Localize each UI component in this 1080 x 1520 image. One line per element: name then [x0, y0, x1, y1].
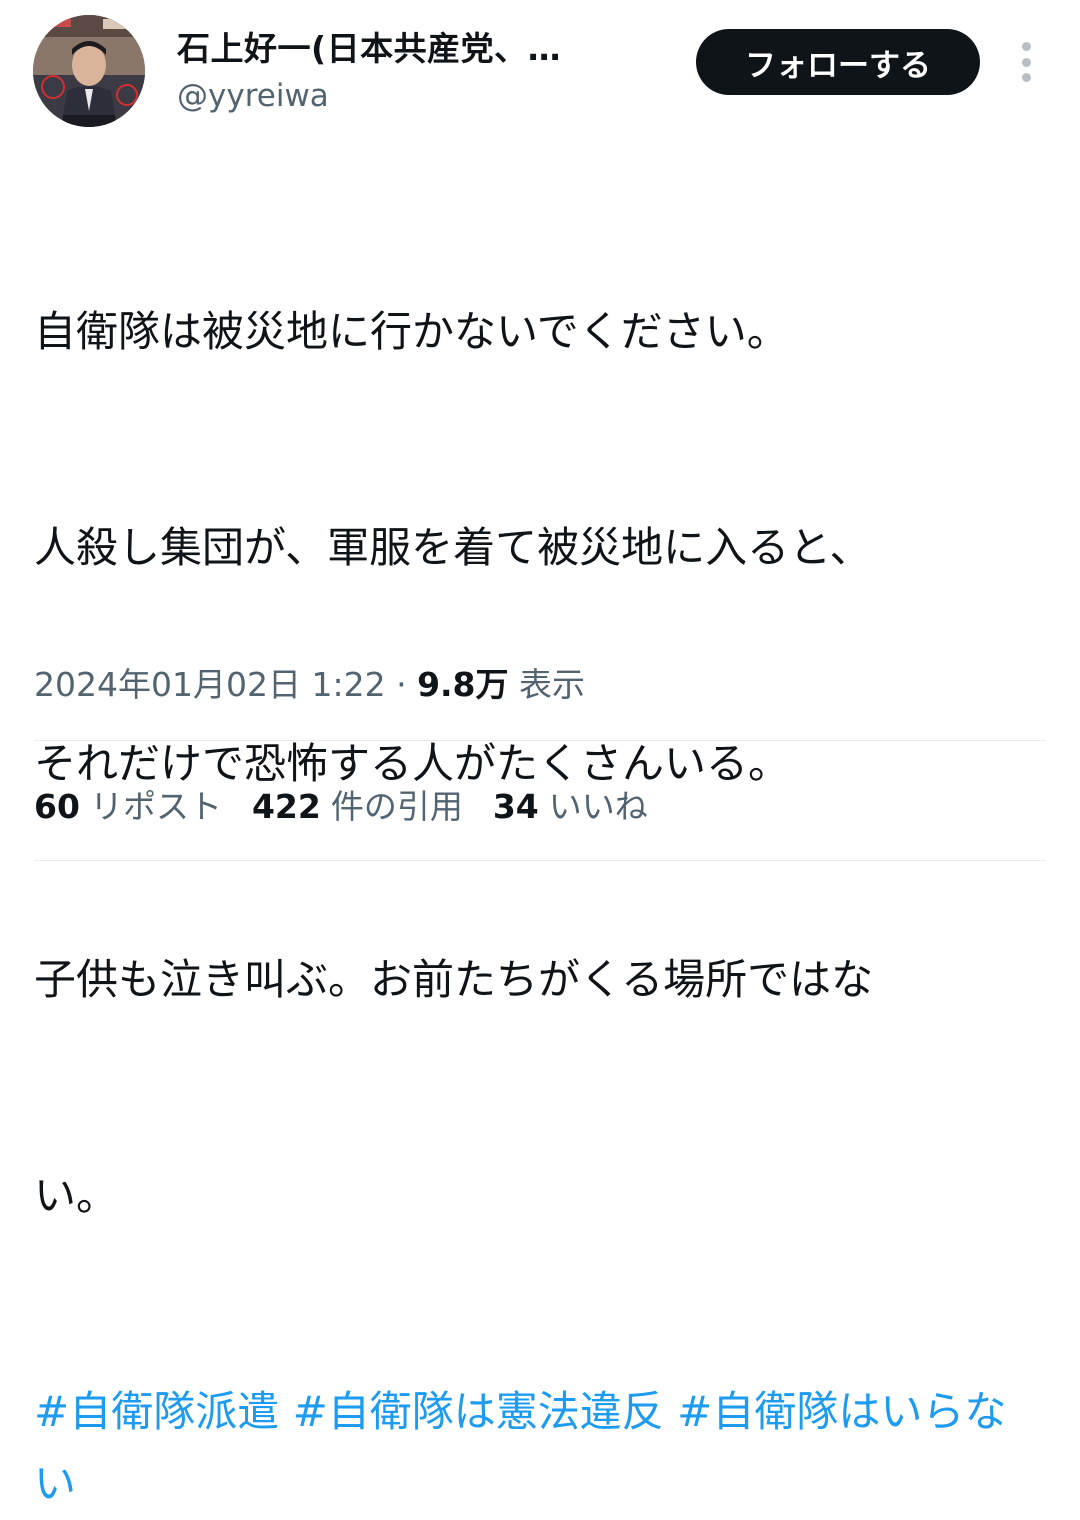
reposts-stat[interactable]: 60 リポスト: [34, 780, 222, 828]
more-dot: [1021, 73, 1031, 82]
tweet-header: 石上好一(日本共産党、… @yyreiwa フォローする: [0, 0, 1080, 140]
divider: [34, 740, 1046, 741]
quotes-label: 件の引用: [330, 787, 463, 826]
user-handle[interactable]: @yyreiwa: [177, 78, 329, 114]
tweet-timestamp[interactable]: 2024年01月02日 1:22: [34, 665, 386, 704]
views-label: 表示: [519, 665, 586, 704]
more-vertical-icon[interactable]: [1008, 40, 1044, 84]
likes-stat[interactable]: 34 いいね: [493, 780, 648, 828]
tweet-meta: 2024年01月02日 1:22 · 9.8万 表示: [34, 658, 585, 706]
tweet-text-line: 子供も泣き叫ぶ。お前たちがくる場所ではな: [34, 955, 874, 1004]
hashtag-link[interactable]: #自衛隊は憲法違反: [293, 1387, 664, 1436]
hashtag-list: #自衛隊派遣 #自衛隊は憲法違反 #自衛隊はいらない: [34, 1376, 1044, 1520]
meta-separator: ·: [396, 665, 407, 704]
tweet-text-line: い。: [34, 1171, 119, 1220]
avatar-image: [33, 15, 145, 127]
more-dot: [1021, 57, 1031, 67]
divider: [34, 860, 1046, 861]
tweet-body: 自衛隊は被災地に行かないでください。 人殺し集団が、軍服を着て被災地に入ると、 …: [34, 152, 1044, 1520]
likes-label: いいね: [548, 787, 648, 826]
tweet-text: 自衛隊は被災地に行かないでください。 人殺し集団が、軍服を着て被災地に入ると、 …: [34, 152, 1044, 1376]
quotes-stat[interactable]: 422 件の引用: [252, 780, 463, 828]
quotes-count: 422: [251, 787, 321, 826]
likes-count: 34: [492, 787, 539, 826]
engagement-stats: 60 リポスト 422 件の引用 34 いいね: [34, 780, 648, 828]
display-name[interactable]: 石上好一(日本共産党、…: [177, 22, 561, 70]
tweet-text-line: 自衛隊は被災地に行かないでください。: [34, 307, 789, 356]
reposts-label: リポスト: [89, 787, 222, 826]
reposts-count: 60: [34, 787, 80, 826]
tweet-text-line: 人殺し集団が、軍服を着て被災地に入ると、: [34, 523, 872, 572]
views-count: 9.8万: [417, 665, 509, 704]
avatar[interactable]: [33, 15, 145, 127]
follow-button[interactable]: フォローする: [696, 29, 980, 95]
hashtag-link[interactable]: #自衛隊派遣: [34, 1387, 279, 1436]
more-dot: [1021, 42, 1031, 51]
